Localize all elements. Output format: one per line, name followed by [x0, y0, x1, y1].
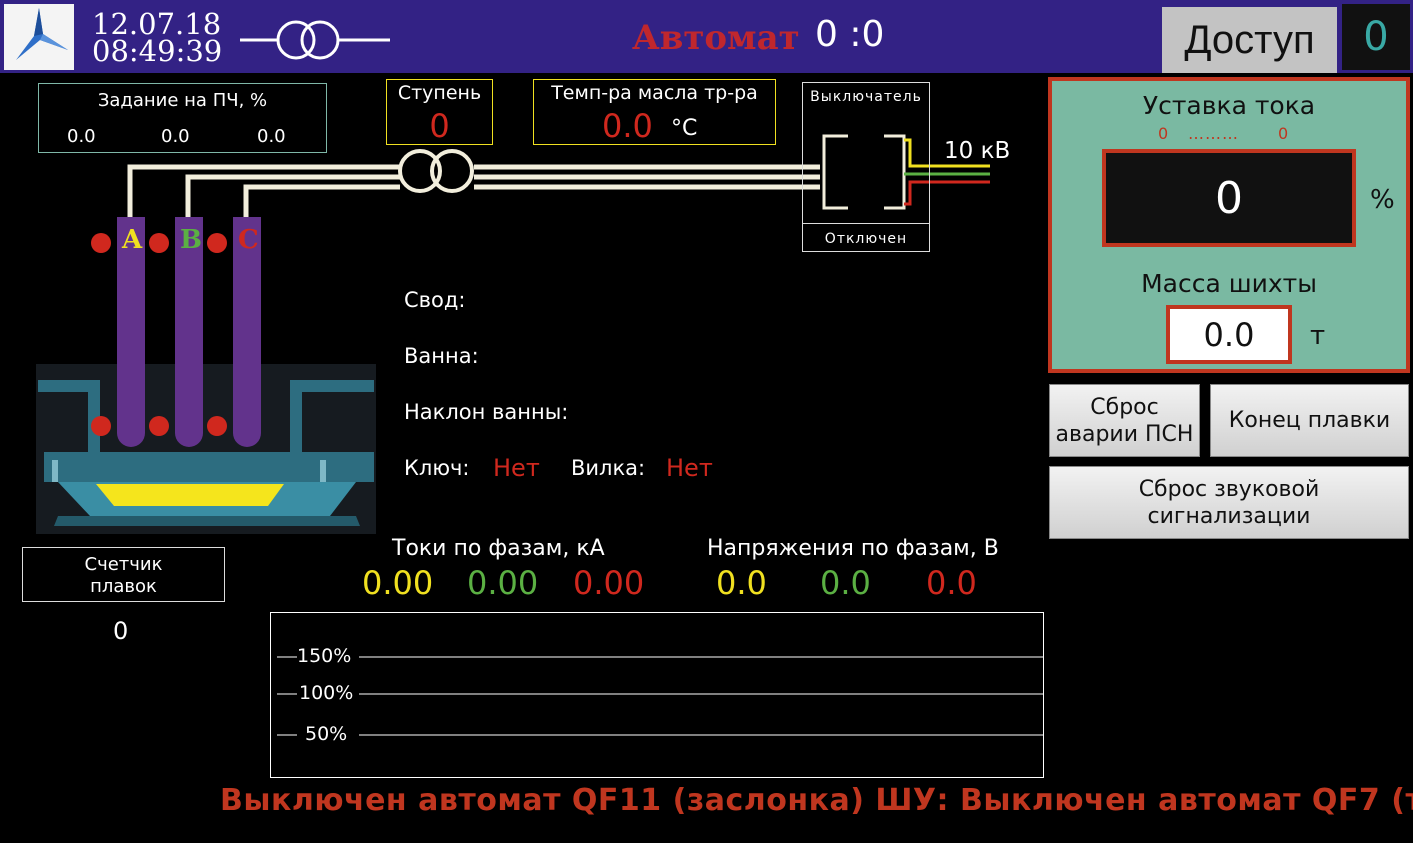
reset-psn-label-line1: Сброс	[1090, 394, 1159, 420]
current-phase-a: 0.00	[362, 564, 434, 602]
fork-label: Вилка:	[571, 456, 646, 480]
charge-mass-input[interactable]: 0.0	[1166, 305, 1292, 364]
bus-lines	[127, 164, 820, 220]
voltage-phase-b: 0.0	[820, 564, 871, 602]
current-phase-b: 0.00	[467, 564, 539, 602]
voltage-phase-c: 0.0	[926, 564, 977, 602]
breaker-box[interactable]: Выключатель Отключен	[802, 82, 930, 252]
current-setpoint-unit: %	[1370, 185, 1395, 215]
indicator-lamp	[91, 233, 111, 253]
mode-label: Автомат	[632, 18, 800, 58]
reset-psn-label-line2: аварии ПСН	[1055, 421, 1194, 447]
tilt-label: Наклон ванны:	[404, 400, 569, 424]
access-button[interactable]: Доступ	[1162, 7, 1337, 73]
main-transformer-icon	[398, 149, 474, 193]
melt-counter-title-line2: плавок	[90, 576, 157, 597]
voltage-phase-a: 0.0	[716, 564, 767, 602]
currents-title: Токи по фазам, кА	[392, 536, 605, 561]
indicator-lamp	[149, 233, 169, 253]
melt-counter-value: 0	[113, 617, 129, 645]
chart-level-100: 100%	[299, 682, 354, 704]
indicator-lamp	[91, 416, 111, 436]
indicator-lamp	[149, 416, 169, 436]
voltages-title: Напряжения по фазам, В	[707, 536, 999, 561]
company-logo	[4, 4, 74, 70]
reset-sound-label-line1: Сброс звуковой	[1138, 476, 1320, 502]
melt-counter-title: Счетчик плавок	[23, 554, 224, 598]
access-level: 0	[1342, 4, 1410, 70]
current-phase-c: 0.00	[573, 564, 645, 602]
key-value: Нет	[493, 454, 540, 482]
alarm-ticker: Выключен автомат QF11 (заслонка) ШУ: Вык…	[220, 783, 1413, 818]
melt-counter-box: Счетчик плавок	[22, 547, 225, 602]
bath-label: Ванна:	[404, 344, 479, 368]
breaker-state: Отключен	[824, 231, 908, 247]
time-display: 08:49:39	[92, 34, 223, 68]
roof-label: Свод:	[404, 288, 466, 312]
reset-psn-alarm-button[interactable]: Сброс аварии ПСН	[1049, 384, 1200, 457]
current-setpoint-title: Уставка тока	[1142, 91, 1316, 120]
current-setpoint-input[interactable]: 0	[1102, 149, 1356, 247]
header-bar: 12.07.18 08:49:39 Автомат 0 :0 Доступ 0	[0, 0, 1413, 73]
furnace-shell	[36, 364, 376, 534]
setpoint-range-max: 0	[1278, 124, 1289, 143]
chart-level-50: 50%	[305, 723, 348, 745]
chart-level-150: 150%	[297, 645, 352, 667]
hmi-screen: 12.07.18 08:49:39 Автомат 0 :0 Доступ 0 …	[0, 0, 1413, 843]
mode-value: 0 :0	[815, 14, 885, 55]
setpoint-range-min: 0	[1158, 124, 1169, 143]
setpoint-range-dots: ………	[1188, 124, 1239, 143]
end-melt-button[interactable]: Конец плавки	[1210, 384, 1409, 457]
transformer-icon	[240, 20, 390, 60]
charge-mass-title: Масса шихты	[1141, 269, 1317, 298]
load-chart-grid	[277, 656, 1043, 736]
load-chart: 150% 100% 50%	[270, 612, 1044, 778]
electrode-label-c: C	[238, 225, 259, 255]
electrode-label-a: A	[121, 225, 143, 255]
reset-sound-alarm-button[interactable]: Сброс звуковой сигнализации	[1049, 466, 1409, 539]
voltage-label: 10 кВ	[944, 138, 1011, 164]
indicator-lamp	[207, 233, 227, 253]
breaker-title: Выключатель	[810, 89, 922, 105]
fork-value: Нет	[666, 454, 713, 482]
indicator-lamp	[207, 416, 227, 436]
current-setpoint-panel: Уставка тока 0 ……… 0 0 % Масса шихты 0.0…	[1048, 77, 1410, 373]
key-label: Ключ:	[404, 456, 470, 480]
electrode-label-b: B	[180, 225, 202, 255]
charge-mass-unit: т	[1310, 321, 1326, 351]
reset-sound-label-line2: сигнализации	[1147, 503, 1311, 529]
melt-counter-title-line1: Счетчик	[84, 554, 163, 575]
